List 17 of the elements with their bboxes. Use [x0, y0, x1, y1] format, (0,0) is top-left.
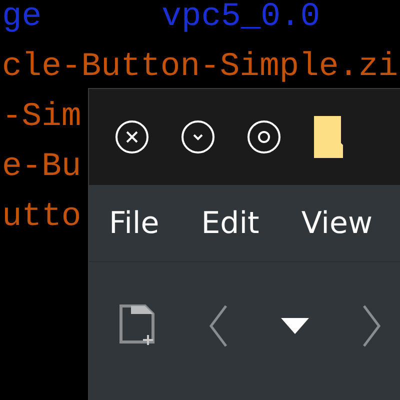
minimize-icon[interactable]: [181, 120, 215, 154]
close-icon[interactable]: [115, 120, 149, 154]
menu-item[interactable]: Edit: [201, 206, 260, 240]
maximize-icon[interactable]: [247, 120, 281, 154]
terminal-text: -Sim: [2, 100, 82, 134]
forward-icon[interactable]: [361, 304, 383, 348]
dropdown-icon[interactable]: [281, 318, 309, 334]
new-file-icon[interactable]: [119, 304, 155, 348]
menu-item[interactable]: View: [301, 206, 373, 240]
terminal-text: utto: [2, 200, 82, 234]
terminal-text: ge: [2, 0, 42, 34]
terminal-text: cle-Button-Simple.zi: [2, 50, 398, 84]
back-icon[interactable]: [207, 304, 229, 348]
terminal-text: e-Bu: [2, 150, 82, 184]
folder-icon: [313, 115, 343, 159]
terminal-text: vpc5_0.0: [162, 0, 320, 34]
menu-item[interactable]: File: [109, 206, 160, 240]
